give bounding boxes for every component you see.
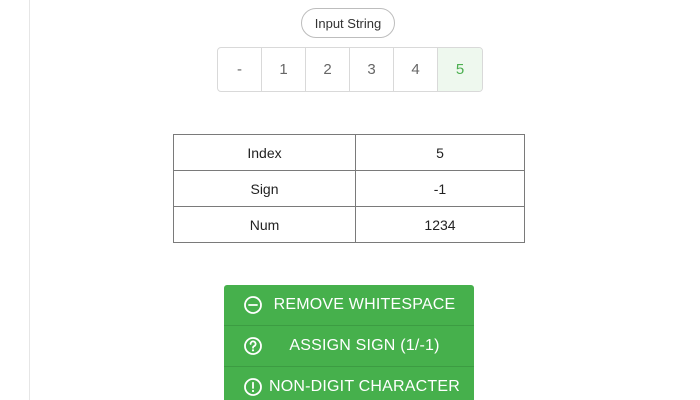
minus-circle-icon — [243, 295, 263, 315]
page: Input String - 1 2 3 4 5 Index 5 Sign -1… — [0, 0, 700, 400]
action-label: REMOVE WHITESPACE — [273, 296, 456, 313]
remove-whitespace-button[interactable]: REMOVE WHITESPACE — [224, 285, 474, 326]
state-key: Sign — [173, 170, 356, 207]
input-char: 4 — [394, 48, 438, 91]
state-key: Num — [173, 206, 356, 243]
input-char: - — [218, 48, 262, 91]
input-string-label: Input String — [301, 8, 395, 38]
state-key: Index — [173, 134, 356, 171]
action-list: REMOVE WHITESPACE ASSIGN SIGN (1/-1) NON… — [224, 285, 474, 400]
input-char-strip: - 1 2 3 4 5 — [217, 47, 483, 92]
input-char-active: 5 — [438, 48, 482, 91]
input-char: 3 — [350, 48, 394, 91]
action-label: ASSIGN SIGN (1/-1) — [289, 337, 440, 354]
action-label: NON-DIGIT CHARACTER — [268, 378, 461, 395]
assign-sign-button[interactable]: ASSIGN SIGN (1/-1) — [224, 326, 474, 367]
non-digit-character-button[interactable]: NON-DIGIT CHARACTER — [224, 367, 474, 400]
question-circle-icon — [243, 336, 263, 356]
input-char: 2 — [306, 48, 350, 91]
state-value: 1234 — [355, 206, 525, 243]
state-value: -1 — [355, 170, 525, 207]
table-row: Index 5 — [173, 134, 525, 171]
table-row: Num 1234 — [173, 206, 525, 243]
table-row: Sign -1 — [173, 170, 525, 207]
state-table: Index 5 Sign -1 Num 1234 — [173, 134, 525, 243]
left-divider — [29, 0, 30, 400]
state-value: 5 — [355, 134, 525, 171]
input-char: 1 — [262, 48, 306, 91]
exclamation-circle-icon — [243, 377, 263, 397]
